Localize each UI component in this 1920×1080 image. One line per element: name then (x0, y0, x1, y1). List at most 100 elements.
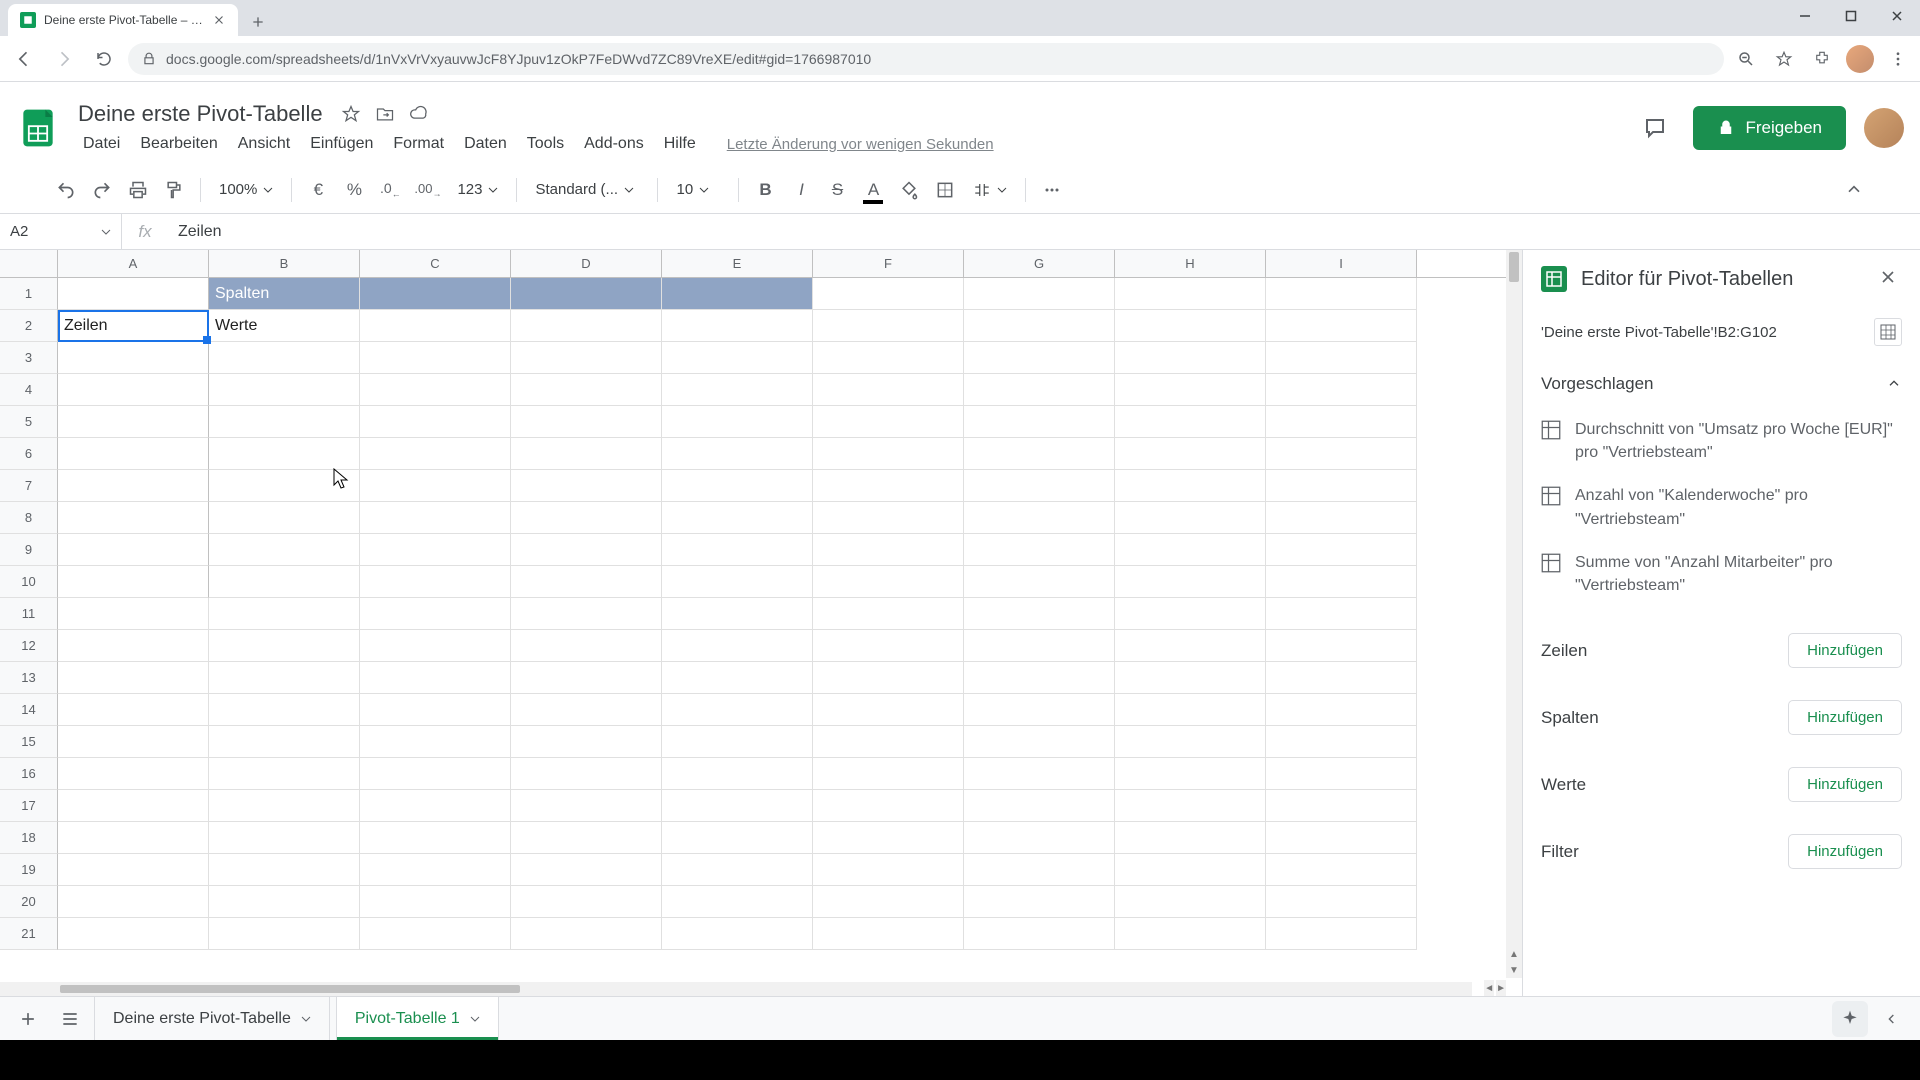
cell[interactable] (360, 534, 511, 566)
cell[interactable] (58, 822, 209, 854)
horizontal-scrollbar[interactable] (0, 982, 1472, 996)
cell[interactable] (360, 342, 511, 374)
cell[interactable] (813, 726, 964, 758)
font-size-select[interactable]: 10 (668, 174, 728, 206)
cell[interactable] (813, 694, 964, 726)
window-close-button[interactable] (1874, 0, 1920, 32)
redo-button[interactable] (86, 174, 118, 206)
browser-menu-icon[interactable] (1884, 45, 1912, 73)
cell[interactable] (1115, 886, 1266, 918)
user-avatar[interactable] (1864, 108, 1904, 148)
cell[interactable] (209, 758, 360, 790)
cell[interactable] (511, 310, 662, 342)
cell[interactable] (662, 566, 813, 598)
merge-cells-button[interactable] (965, 174, 1015, 206)
cell[interactable] (58, 406, 209, 438)
cell[interactable] (1115, 726, 1266, 758)
cell[interactable] (511, 598, 662, 630)
close-pivot-editor-button[interactable] (1878, 267, 1902, 291)
cell[interactable] (360, 694, 511, 726)
cell[interactable] (360, 502, 511, 534)
cell[interactable] (209, 342, 360, 374)
cell[interactable] (964, 534, 1115, 566)
sheet-tab[interactable]: Deine erste Pivot-Tabelle (94, 997, 330, 1040)
cell[interactable] (209, 630, 360, 662)
cell[interactable] (58, 790, 209, 822)
cell[interactable] (360, 406, 511, 438)
cell[interactable] (58, 342, 209, 374)
cell[interactable] (964, 822, 1115, 854)
cell[interactable] (58, 566, 209, 598)
cell[interactable] (360, 662, 511, 694)
cell[interactable] (662, 374, 813, 406)
cell[interactable] (813, 278, 964, 310)
cell[interactable] (1115, 854, 1266, 886)
address-bar[interactable]: docs.google.com/spreadsheets/d/1nVxVrVxy… (128, 43, 1724, 75)
cell[interactable] (813, 374, 964, 406)
cell[interactable] (360, 726, 511, 758)
cell[interactable] (511, 662, 662, 694)
cell[interactable] (1266, 438, 1417, 470)
row-header[interactable]: 20 (0, 886, 58, 918)
cell[interactable]: Zeilen (58, 310, 209, 342)
cell[interactable] (360, 758, 511, 790)
row-header[interactable]: 13 (0, 662, 58, 694)
cell[interactable] (964, 886, 1115, 918)
cell[interactable] (58, 470, 209, 502)
cell[interactable] (1266, 662, 1417, 694)
cell[interactable] (209, 790, 360, 822)
cell[interactable] (964, 854, 1115, 886)
cell[interactable] (511, 758, 662, 790)
cell[interactable] (511, 790, 662, 822)
add-sheet-button[interactable] (10, 1001, 46, 1037)
font-select[interactable]: Standard (... (527, 174, 647, 206)
zoom-select[interactable]: 100% (211, 174, 281, 206)
cell[interactable] (360, 918, 511, 950)
cell[interactable] (58, 438, 209, 470)
cell[interactable] (964, 374, 1115, 406)
cell[interactable] (209, 374, 360, 406)
cell[interactable]: Werte (209, 310, 360, 342)
cell[interactable] (1115, 502, 1266, 534)
collapse-suggested-button[interactable] (1886, 376, 1902, 392)
cell[interactable] (662, 918, 813, 950)
cell[interactable] (1266, 278, 1417, 310)
row-header[interactable]: 3 (0, 342, 58, 374)
cell[interactable] (662, 438, 813, 470)
undo-button[interactable] (50, 174, 82, 206)
menu-format[interactable]: Format (384, 131, 453, 157)
spreadsheet-grid[interactable]: A B C D E F G H I 1Spalten2ZeilenWerte34… (0, 250, 1522, 996)
cell[interactable] (964, 598, 1115, 630)
cell[interactable] (1266, 566, 1417, 598)
cell[interactable] (209, 566, 360, 598)
suggestion-item[interactable]: Durchschnitt von "Umsatz pro Woche [EUR]… (1541, 408, 1902, 474)
column-header[interactable]: D (511, 250, 662, 277)
cell[interactable] (58, 886, 209, 918)
move-icon[interactable] (375, 104, 395, 124)
cell[interactable] (1115, 534, 1266, 566)
column-header[interactable]: F (813, 250, 964, 277)
fill-color-button[interactable] (893, 174, 925, 206)
star-icon[interactable] (341, 104, 361, 124)
side-panel-toggle[interactable] (1874, 1001, 1910, 1037)
row-header[interactable]: 4 (0, 374, 58, 406)
cell[interactable] (209, 854, 360, 886)
cell[interactable] (1115, 470, 1266, 502)
cell[interactable] (662, 726, 813, 758)
cell[interactable] (964, 278, 1115, 310)
cell[interactable] (964, 406, 1115, 438)
last-change-link[interactable]: Letzte Änderung vor wenigen Sekunden (727, 136, 994, 153)
add-values-button[interactable]: Hinzufügen (1788, 767, 1902, 802)
cell[interactable] (662, 278, 813, 310)
cell[interactable] (964, 630, 1115, 662)
browser-tab[interactable]: Deine erste Pivot-Tabelle – Goog (8, 4, 238, 36)
sheet-scroll-left[interactable]: ◄ (1484, 980, 1494, 996)
row-header[interactable]: 17 (0, 790, 58, 822)
back-button[interactable] (8, 43, 40, 75)
cell[interactable] (662, 630, 813, 662)
cell[interactable] (1266, 918, 1417, 950)
row-header[interactable]: 1 (0, 278, 58, 310)
cell[interactable] (360, 566, 511, 598)
scroll-up-arrow[interactable]: ▲ (1506, 946, 1522, 962)
cell[interactable] (964, 470, 1115, 502)
